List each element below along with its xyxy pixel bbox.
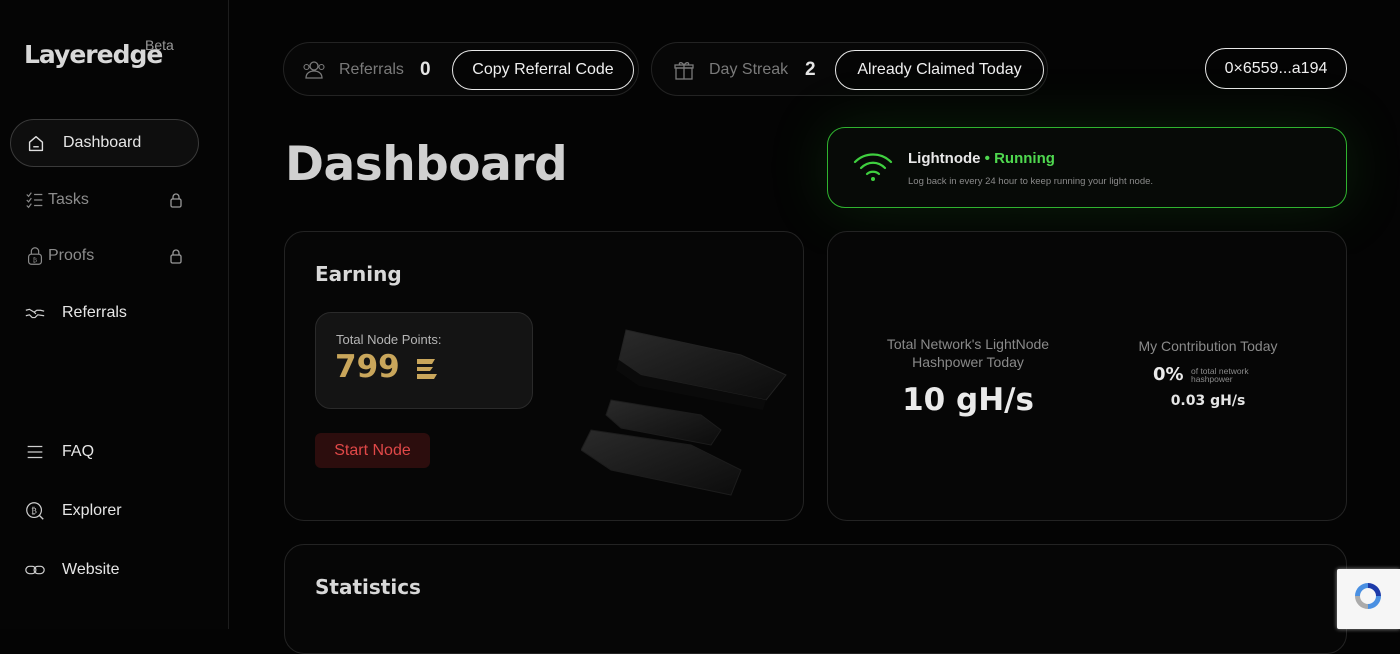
handshake-icon <box>25 308 45 319</box>
copy-referral-code-button[interactable]: Copy Referral Code <box>452 50 634 90</box>
sidebar-item-label: FAQ <box>62 443 95 460</box>
sidebar-item-proofs[interactable]: ₿ Proofs <box>10 232 199 280</box>
app-logo: Layeredge <box>24 40 163 69</box>
proofs-icon: ₿ <box>27 247 43 265</box>
earning-title: Earning <box>315 262 402 286</box>
streak-label: Day Streak <box>709 61 789 78</box>
lightnode-title: Lightnode • Running <box>908 150 1055 167</box>
lightnode-status-card: Lightnode • Running Log back in every 24… <box>827 127 1347 208</box>
lock-icon <box>170 249 182 264</box>
contribution-label: My Contribution Today <box>1138 338 1278 354</box>
already-claimed-button[interactable]: Already Claimed Today <box>835 50 1044 90</box>
start-node-button[interactable]: Start Node <box>315 433 430 468</box>
gift-icon <box>674 62 694 80</box>
recaptcha-badge[interactable] <box>1337 569 1400 629</box>
recaptcha-icon <box>1355 583 1381 609</box>
total-network-value: 10 gH/s <box>902 382 1034 418</box>
node-points-box: Total Node Points: 799 <box>315 312 533 409</box>
points-number: 799 <box>335 349 400 385</box>
earning-card: Earning Total Node Points: 799 Start Nod… <box>284 231 804 521</box>
referrals-pill: Referrals 0 Copy Referral Code <box>283 42 639 96</box>
my-contribution-stat: My Contribution Today 0% of total networ… <box>1118 337 1298 409</box>
sidebar-item-explorer[interactable]: ₿ Explorer <box>10 487 199 535</box>
svg-text:₿: ₿ <box>33 256 38 264</box>
status-dot: • <box>984 150 990 167</box>
lightnode-description: Log back in every 24 hour to keep runnin… <box>908 176 1154 187</box>
network-hashpower-card: Total Network's LightNode Hashpower Toda… <box>827 231 1347 521</box>
lightnode-name: Lightnode <box>908 150 981 167</box>
sidebar-item-label: Proofs <box>48 247 95 264</box>
points-label: Total Node Points: <box>336 332 442 347</box>
sidebar: Layeredge Beta Dashboard Tasks ₿ Proofs … <box>0 0 229 629</box>
layeredge-token-icon <box>416 359 437 379</box>
lightnode-status: Running <box>994 150 1055 167</box>
contribution-percent-row: 0% of total network hashpower <box>1118 359 1298 385</box>
contribution-note-2: hashpower <box>1191 374 1233 384</box>
sidebar-item-referrals[interactable]: Referrals <box>10 289 199 337</box>
referrals-label: Referrals <box>339 61 404 78</box>
sidebar-item-label: Website <box>62 561 120 578</box>
sidebar-item-tasks[interactable]: Tasks <box>10 176 199 224</box>
explorer-icon: ₿ <box>26 502 44 520</box>
sidebar-item-dashboard[interactable]: Dashboard <box>10 119 199 167</box>
points-value: 799 <box>335 349 437 385</box>
home-icon <box>28 135 44 152</box>
users-icon <box>303 61 325 79</box>
total-network-label-1: Total Network's LightNode <box>886 336 1050 352</box>
streak-count: 2 <box>805 59 816 80</box>
contribution-value: 0.03 gH/s <box>1170 393 1246 409</box>
tasks-icon <box>26 192 43 209</box>
sidebar-item-label: Referrals <box>62 304 127 321</box>
sidebar-item-label: Dashboard <box>63 134 142 151</box>
page-title: Dashboard <box>285 137 568 192</box>
layeredge-3d-logo <box>581 329 787 496</box>
wallet-address-button[interactable]: 0×6559...a194 <box>1205 48 1347 89</box>
streak-pill: Day Streak 2 Already Claimed Today <box>651 42 1048 96</box>
svg-text:₿: ₿ <box>31 505 37 515</box>
link-icon <box>25 565 45 575</box>
sidebar-item-label: Tasks <box>48 191 89 208</box>
contribution-note: of total network hashpower <box>1191 367 1249 384</box>
statistics-title: Statistics <box>315 575 421 599</box>
lock-icon <box>170 193 182 208</box>
sidebar-item-faq[interactable]: FAQ <box>10 428 199 476</box>
sidebar-item-website[interactable]: Website <box>10 546 199 594</box>
menu-icon <box>27 445 43 459</box>
total-network-label-2: Hashpower Today <box>912 354 1024 370</box>
referrals-count: 0 <box>420 59 431 80</box>
statistics-card: Statistics <box>284 544 1347 654</box>
contribution-percent: 0% <box>1153 364 1184 385</box>
total-network-stat: Total Network's LightNode Hashpower Toda… <box>868 335 1068 418</box>
wifi-icon <box>853 153 893 181</box>
sidebar-item-label: Explorer <box>62 502 122 519</box>
beta-badge: Beta <box>145 37 174 53</box>
